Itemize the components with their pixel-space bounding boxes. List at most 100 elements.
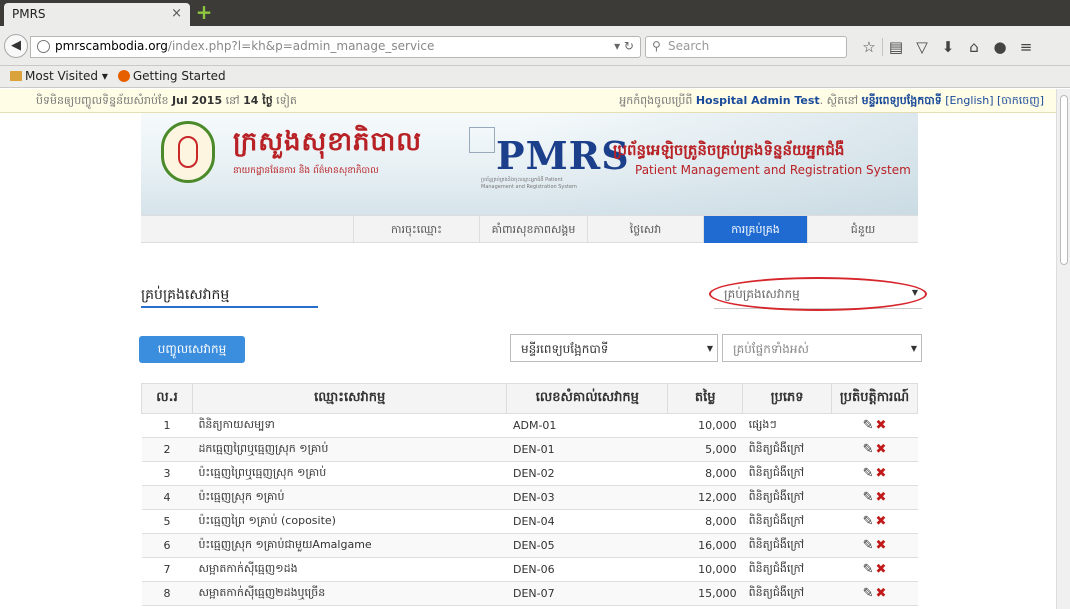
table-header-row: ល.រ ឈ្មោះសេវាកម្ម លេខសំគាល់សេវាកម្ម តម្ល… [141, 383, 918, 414]
service-price: 5,000 [667, 437, 743, 462]
current-user: Hospital Admin Test [695, 94, 820, 107]
service-name: សម្អាតកាក់ស៊ីធ្មេញ១ដង [192, 557, 507, 582]
service-type: ពិនិត្យជំងឺក្រៅ [742, 581, 832, 606]
department-select[interactable]: គ្រប់ផ្នែកទាំងអស់ ▼ [722, 334, 922, 362]
service-price: 8,000 [667, 461, 743, 486]
scrollbar-thumb[interactable] [1060, 95, 1068, 265]
header-type: ប្រភេទ [742, 383, 833, 414]
add-service-button[interactable]: បញ្ចូលសេវាកម្ម [139, 336, 245, 363]
service-price: 8,000 [667, 509, 743, 534]
service-code: DEN-07 [506, 581, 668, 606]
menu-social-health[interactable]: គាំពារសុខភាពសង្គម [479, 216, 587, 243]
pmrs-logo: PMRS [496, 133, 630, 178]
row-number: 4 [141, 485, 193, 510]
main-menu: ការចុះឈ្មោះ គាំពារសុខភាពសង្គម ថ្លៃសេវា ក… [141, 215, 918, 243]
edit-icon[interactable]: ✎ [863, 562, 874, 577]
delete-icon[interactable]: ✖ [876, 466, 887, 481]
browser-tab-bar: PMRS × + [0, 0, 1070, 26]
tab-title: PMRS [12, 7, 46, 21]
edit-icon[interactable]: ✎ [863, 442, 874, 457]
browser-toolbar: ☆ ▤ ▽ ⬇ ⌂ ● ≡ [856, 36, 1039, 58]
header-service-name: ឈ្មោះសេវាកម្ម [191, 383, 508, 414]
red-highlight-circle [709, 277, 927, 311]
header-price: តម្លៃ [667, 383, 744, 414]
ministry-title: ក្រសួងសុខាភិបាល [233, 127, 423, 157]
edit-icon[interactable]: ✎ [863, 514, 874, 529]
ministry-subtitle: នាយកដ្ឋានផែនការ និង ព័ត៌មានសុខាភិបាល [233, 166, 379, 176]
browser-search-input[interactable]: ⚲ Search [645, 36, 847, 58]
search-icon: ⚲ [652, 39, 661, 53]
new-tab-icon[interactable]: + [195, 2, 213, 22]
service-name: ប៉ះធ្មេញព្រៃឬធ្មេញស្រុក ១គ្រាប់ [192, 461, 507, 486]
browser-tab[interactable]: PMRS × [4, 3, 190, 26]
row-number: 1 [141, 413, 193, 438]
url-bar[interactable]: pmrscambodia.org/index.php?l=kh&p=admin_… [30, 36, 641, 58]
system-title-khmer: ប្រព័ន្ធអេឡិចត្រូនិចគ្រប់គ្រងទិន្នន័យអ្ន… [613, 141, 845, 159]
page-scrollbar[interactable] [1056, 89, 1070, 609]
ministry-emblem-icon [161, 121, 215, 183]
page-content: បិទមិនឲ្យបញ្ចូលទិន្នន័យសំរាប់ខែ Jul 2015… [0, 89, 1056, 609]
edit-icon[interactable]: ✎ [863, 466, 874, 481]
service-type: ពិនិត្យជំងឺក្រៅ [742, 533, 832, 558]
pmrs-tagline: ប្រព័ន្ធគ្រប់គ្រងនិងចុះឈ្មោះអ្នកជំងឺ Pat… [481, 177, 577, 190]
hospital-select[interactable]: មន្ទីរពេទ្យបង្អែកបាទី ▼ [510, 334, 718, 362]
reload-icon[interactable]: ▾ ↻ [614, 39, 634, 53]
logout-link[interactable]: [ចាកចេញ] [997, 94, 1044, 107]
service-code: DEN-03 [506, 485, 668, 510]
service-type: ពិនិត្យជំងឺក្រៅ [742, 557, 832, 582]
bookmark-getting-started[interactable]: Getting Started [117, 69, 226, 84]
bookmark-most-visited[interactable]: Most Visited ▾ [10, 69, 108, 84]
header-number: ល.រ [141, 383, 193, 414]
row-number: 8 [141, 581, 193, 606]
service-price: 16,000 [667, 533, 743, 558]
close-tab-icon[interactable]: × [171, 6, 182, 21]
title-underline [141, 306, 318, 308]
menu-service-fees[interactable]: ថ្លៃសេវា [587, 216, 703, 243]
row-number: 2 [141, 437, 193, 462]
edit-icon[interactable]: ✎ [863, 586, 874, 601]
table-row: 3 ប៉ះធ្មេញព្រៃឬធ្មេញស្រុក ១គ្រាប់ DEN-02… [141, 461, 918, 486]
row-number: 7 [141, 557, 193, 582]
bookmarks-toolbar: Most Visited ▾ Getting Started [0, 66, 1070, 88]
delete-icon[interactable]: ✖ [876, 586, 887, 601]
chat-icon[interactable]: ● [987, 36, 1013, 58]
table-row: 8 សម្អាតកាក់ស៊ីធ្មេញ២ដងឬច្រើន DEN-07 15,… [141, 581, 918, 606]
row-actions: ✎ ✖ [831, 509, 918, 534]
delete-icon[interactable]: ✖ [876, 562, 887, 577]
service-type: ពិនិត្យជំងឺក្រៅ [742, 461, 832, 486]
service-price: 10,000 [667, 557, 743, 582]
back-arrow-icon[interactable]: ◀ [4, 34, 28, 58]
english-language-link[interactable]: [English] [945, 94, 993, 107]
chevron-down-icon: ▼ [910, 344, 917, 353]
delete-icon[interactable]: ✖ [876, 418, 887, 433]
edit-icon[interactable]: ✎ [863, 418, 874, 433]
edit-icon[interactable]: ✎ [863, 538, 874, 553]
menu-administration[interactable]: ការគ្រប់គ្រង [703, 216, 807, 243]
reading-list-icon[interactable]: ▤ [883, 36, 909, 58]
medical-cross-icon [469, 127, 495, 153]
edit-icon[interactable]: ✎ [863, 490, 874, 505]
menu-registration[interactable]: ការចុះឈ្មោះ [353, 216, 479, 243]
service-type: ផ្សេងៗ [742, 413, 832, 438]
service-code: DEN-06 [506, 557, 668, 582]
service-type: ពិនិត្យជំងឺក្រៅ [742, 437, 832, 462]
menu-help[interactable]: ជំនួយ [807, 216, 918, 243]
table-row: 4 ប៉ះធ្មេញស្រុក ១គ្រាប់ DEN-03 12,000 ពិ… [141, 485, 918, 510]
service-price: 15,000 [667, 581, 743, 606]
search-placeholder: Search [668, 39, 710, 53]
service-code: ADM-01 [506, 413, 668, 438]
home-icon[interactable]: ⌂ [961, 36, 987, 58]
download-icon[interactable]: ⬇ [935, 36, 961, 58]
service-type: ពិនិត្យជំងឺក្រៅ [742, 485, 832, 510]
service-name: ពិនិត្យកាយសម្បទា [192, 413, 507, 438]
bookmark-star-icon[interactable]: ☆ [856, 36, 882, 58]
delete-icon[interactable]: ✖ [876, 442, 887, 457]
hamburger-menu-icon[interactable]: ≡ [1013, 36, 1039, 58]
delete-icon[interactable]: ✖ [876, 538, 887, 553]
row-actions: ✎ ✖ [831, 533, 918, 558]
pocket-icon[interactable]: ▽ [909, 36, 935, 58]
delete-icon[interactable]: ✖ [876, 490, 887, 505]
delete-icon[interactable]: ✖ [876, 514, 887, 529]
info-bar: បិទមិនឲ្យបញ្ចូលទិន្នន័យសំរាប់ខែ Jul 2015… [0, 89, 1056, 113]
days-remaining: 14 ថ្ងៃ [243, 94, 273, 107]
